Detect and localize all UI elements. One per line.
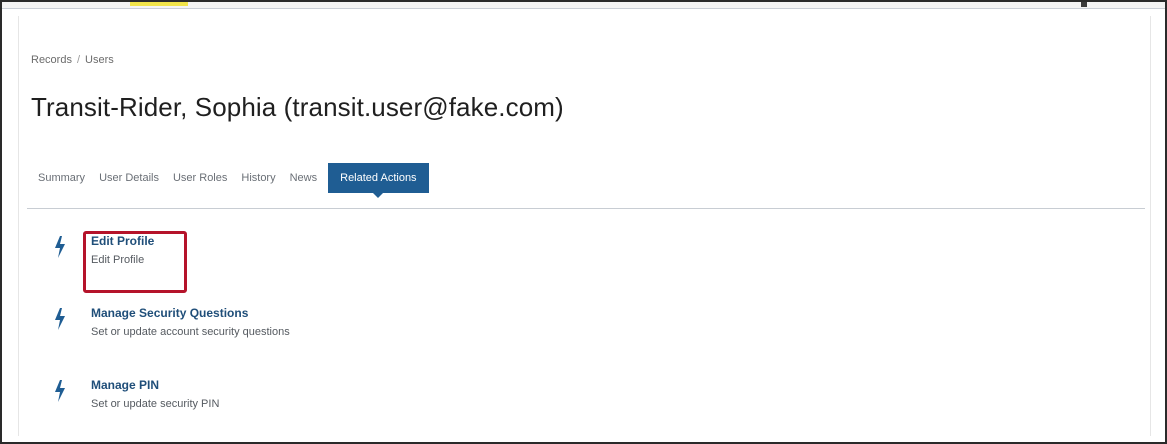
top-bar-accent: [130, 2, 188, 6]
app-frame: Records / Users Transit-Rider, Sophia (tra…: [0, 0, 1167, 444]
breadcrumb-records-link[interactable]: Records: [31, 54, 72, 66]
breadcrumb-users-link[interactable]: Users: [85, 54, 114, 66]
action-title-manage-pin[interactable]: Manage PIN: [91, 378, 159, 392]
tab-related-actions[interactable]: Related Actions: [328, 163, 429, 198]
bolt-icon: [55, 380, 65, 402]
bolt-icon: [55, 236, 65, 258]
record-content: Records / Users Transit-Rider, Sophia (tra…: [18, 16, 1151, 436]
top-bar-marker: [1081, 2, 1087, 7]
breadcrumb: Records / Users: [31, 54, 114, 66]
tab-user-details[interactable]: User Details: [92, 163, 166, 193]
action-description-manage-pin: Set or update security PIN: [91, 398, 220, 410]
tabs-divider: [27, 208, 1145, 209]
action-manage-pin[interactable]: Manage PIN Set or update security PIN: [19, 378, 619, 422]
tab-news[interactable]: News: [283, 163, 325, 193]
tab-summary[interactable]: Summary: [31, 163, 92, 193]
record-tabs: Summary User Details User Roles History …: [31, 163, 429, 198]
top-bar: [2, 2, 1165, 9]
bolt-icon: [55, 308, 65, 330]
tab-user-roles[interactable]: User Roles: [166, 163, 234, 193]
page-title: Transit-Rider, Sophia (transit.user@fake…: [31, 92, 564, 122]
breadcrumb-separator: /: [76, 54, 81, 66]
tab-history[interactable]: History: [234, 163, 282, 193]
action-title-manage-security-questions[interactable]: Manage Security Questions: [91, 306, 248, 320]
action-manage-security-questions[interactable]: Manage Security Questions Set or update …: [19, 306, 619, 350]
highlight-box-edit-profile: [83, 231, 187, 293]
action-description-manage-security-questions: Set or update account security questions: [91, 326, 290, 338]
